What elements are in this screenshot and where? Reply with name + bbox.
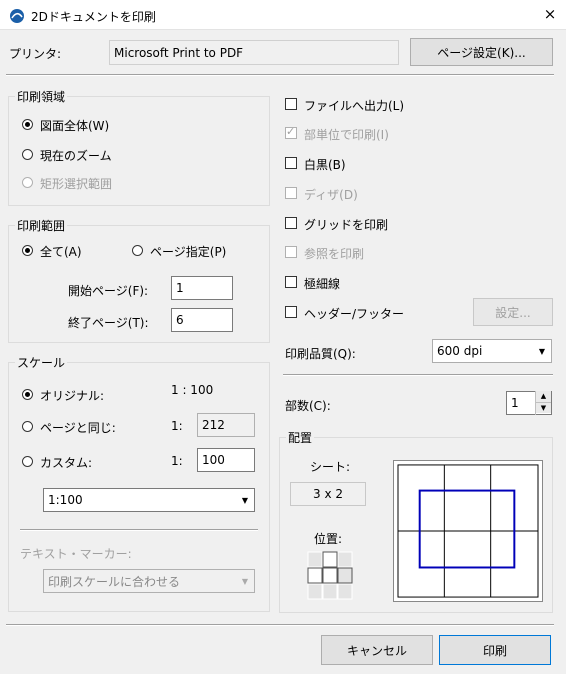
printer-label: プリンタ:: [9, 47, 62, 61]
copies-value: 1: [511, 396, 519, 410]
quality-label: 印刷品質(Q):: [285, 347, 356, 361]
check-header-footer[interactable]: [285, 306, 297, 318]
scale-same-as-page-label: ページと同じ:: [40, 421, 116, 435]
radio-scale-custom[interactable]: [22, 456, 33, 467]
text-marker-dropdown: 印刷スケールに合わせる ▼: [43, 569, 255, 593]
sheet-count-field: 3 x 2: [290, 482, 366, 506]
copies-label: 部数(C):: [285, 399, 331, 413]
scale-title: スケール: [15, 354, 68, 371]
radio-current-zoom-label: 現在のズーム: [40, 149, 112, 163]
check-print-grid[interactable]: [285, 217, 297, 229]
check-header-footer-label: ヘッダー/フッター: [304, 307, 405, 321]
scale-original-label: オリジナル:: [40, 389, 105, 403]
window-title: 2Dドキュメントを印刷: [31, 10, 156, 24]
scale-same-as-page-prefix: 1:: [171, 419, 183, 433]
radio-page-range-label: ページ指定(P): [150, 245, 227, 259]
separator-scale: [20, 529, 258, 531]
scale-preset-value: 1:100: [48, 493, 83, 507]
check-print-grid-label: グリッドを印刷: [304, 218, 389, 232]
scale-same-as-page-field: 212: [197, 413, 255, 437]
print-range-title: 印刷範囲: [15, 217, 68, 234]
check-print-references: [285, 246, 297, 258]
position-label: 位置:: [314, 532, 343, 546]
scale-preset-dropdown[interactable]: 1:100 ▼: [43, 488, 255, 512]
spinner-down-icon[interactable]: ▼: [536, 402, 551, 413]
chevron-down-icon: ▼: [241, 576, 249, 586]
placement-title: 配置: [286, 429, 315, 446]
check-print-to-file[interactable]: [285, 98, 297, 110]
header-footer-settings-button: 設定...: [473, 298, 553, 326]
spinner-up-icon[interactable]: ▲: [536, 391, 551, 402]
quality-value: 600 dpi: [437, 344, 483, 358]
quality-dropdown[interactable]: 600 dpi ▼: [432, 339, 552, 363]
scale-original-value: 1 : 100: [171, 383, 214, 397]
separator-top: [6, 74, 554, 76]
scale-custom-prefix: 1:: [171, 454, 183, 468]
printer-name-field: Microsoft Print to PDF: [109, 40, 399, 65]
radio-current-zoom[interactable]: [22, 149, 33, 160]
print-area-title: 印刷領域: [15, 88, 68, 105]
separator-bottom: [6, 624, 554, 626]
sheet-label: シート:: [310, 460, 351, 474]
check-hairline[interactable]: [285, 276, 297, 288]
position-grid[interactable]: [306, 550, 354, 602]
radio-scale-original[interactable]: [22, 389, 33, 400]
scale-custom-label: カスタム:: [40, 456, 93, 470]
page-setup-button[interactable]: ページ設定(K)...: [410, 38, 553, 66]
radio-rect-selection-label: 矩形選択範囲: [40, 177, 113, 191]
radio-page-range[interactable]: [132, 245, 143, 256]
text-marker-label: テキスト・マーカー:: [20, 547, 132, 561]
radio-all-pages-label: 全て(A): [40, 245, 82, 259]
check-print-to-file-label: ファイルへ出力(L): [304, 99, 405, 113]
radio-all-pages[interactable]: [22, 245, 33, 256]
radio-scale-same-as-page[interactable]: [22, 421, 33, 432]
scale-custom-input[interactable]: 100: [197, 448, 255, 472]
close-icon[interactable]: ×: [540, 4, 560, 24]
end-page-input[interactable]: 6: [171, 308, 233, 332]
check-dither-label: ディザ(D): [304, 188, 358, 202]
check-black-white-label: 白黒(B): [304, 158, 346, 172]
chevron-down-icon: ▼: [538, 346, 546, 356]
print-button[interactable]: 印刷: [439, 635, 551, 665]
check-print-by-part: [285, 125, 297, 139]
text-marker-value: 印刷スケールに合わせる: [48, 574, 181, 589]
check-print-references-label: 参照を印刷: [304, 247, 365, 261]
check-black-white[interactable]: [285, 157, 297, 169]
radio-rect-selection: [22, 177, 33, 188]
check-hairline-label: 極細線: [304, 277, 341, 291]
app-icon: [10, 9, 24, 23]
page-preview: [393, 460, 543, 602]
start-page-input[interactable]: 1: [171, 276, 233, 300]
chevron-down-icon: ▼: [241, 495, 249, 505]
start-page-label: 開始ページ(F):: [68, 284, 149, 298]
radio-whole-drawing-label: 図面全体(W): [40, 119, 110, 133]
copies-spinner[interactable]: ▲ ▼: [535, 391, 551, 415]
radio-whole-drawing[interactable]: [22, 119, 33, 130]
check-dither: [285, 187, 297, 199]
end-page-label: 終了ページ(T):: [68, 316, 149, 330]
check-print-by-part-label: 部単位で印刷(I): [304, 128, 389, 142]
cancel-button[interactable]: キャンセル: [321, 635, 433, 665]
separator-quality: [283, 374, 553, 376]
